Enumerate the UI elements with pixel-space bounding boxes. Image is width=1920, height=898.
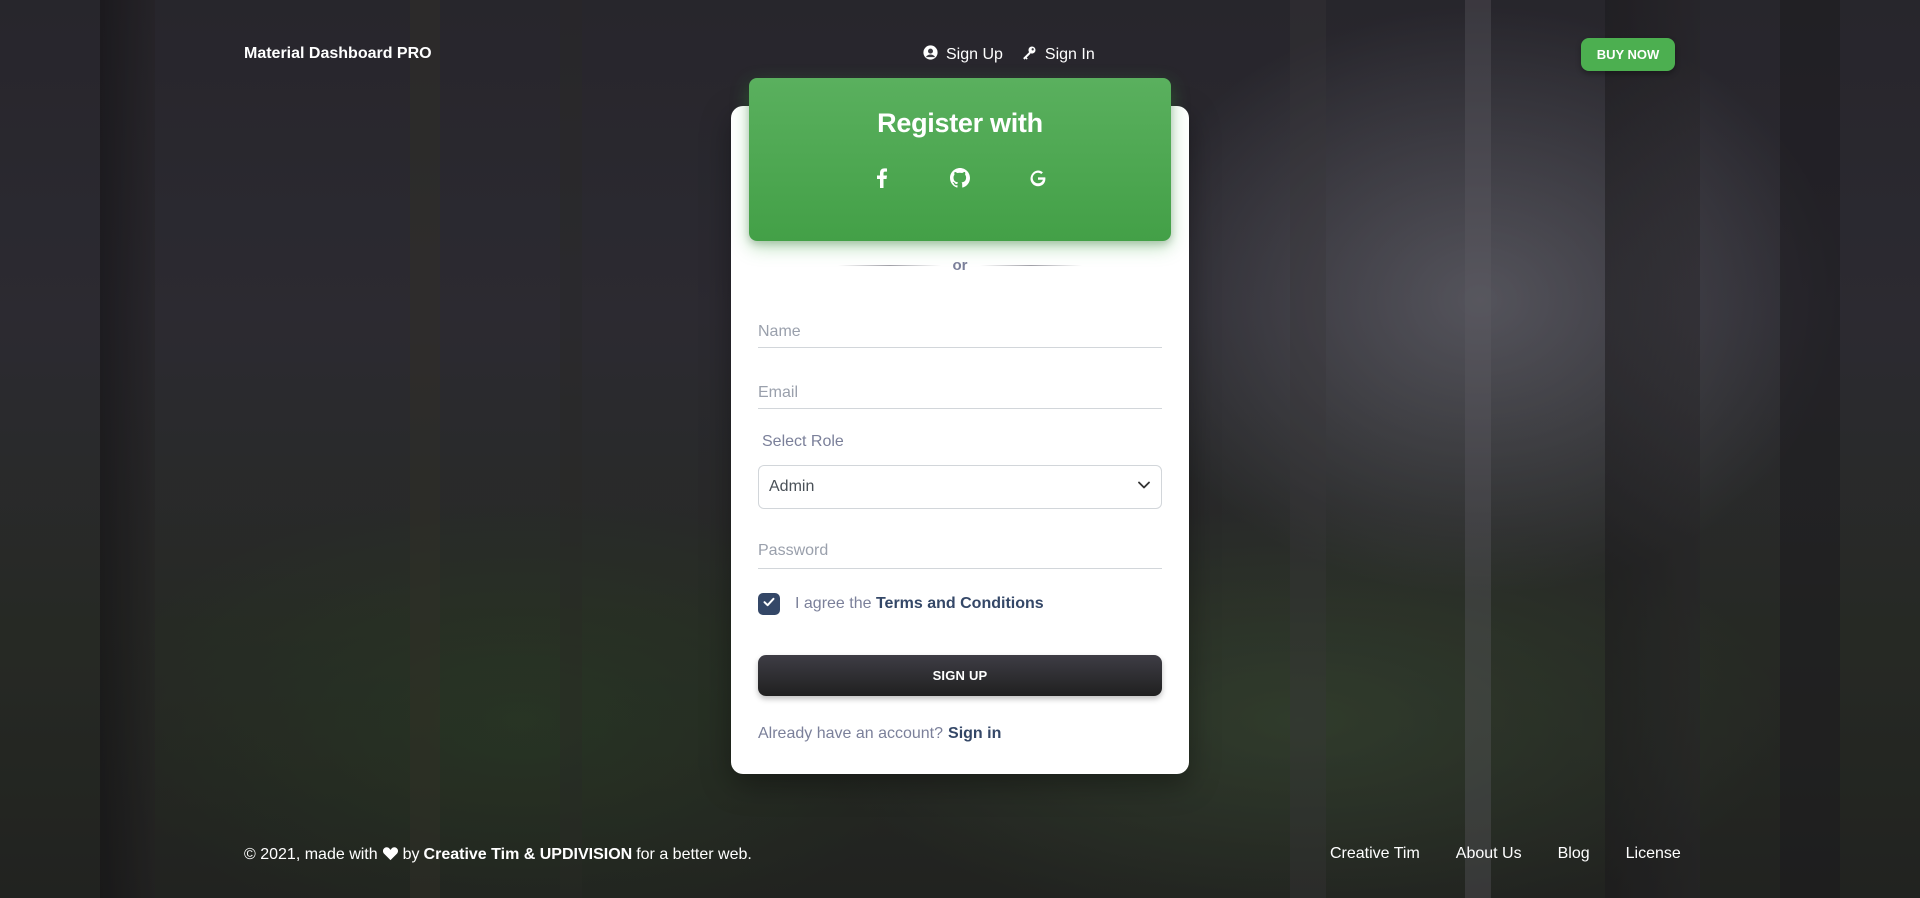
facebook-icon[interactable]: [869, 165, 895, 191]
role-select[interactable]: Admin: [758, 465, 1162, 509]
github-icon[interactable]: [947, 165, 973, 191]
heart-icon: [382, 846, 399, 864]
social-buttons: [749, 165, 1171, 191]
by-text: by: [402, 846, 420, 863]
nav-sign-up[interactable]: Sign Up: [922, 44, 1003, 66]
agree-text: I agree the: [795, 595, 872, 612]
footer-link-about-us[interactable]: About Us: [1456, 845, 1522, 863]
email-input[interactable]: [758, 377, 1162, 409]
footer-copyright: © 2021, made with by Creative Tim & UPDI…: [244, 846, 752, 864]
footer-link-license[interactable]: License: [1626, 845, 1681, 863]
footer-links: Creative Tim About Us Blog License: [1330, 845, 1681, 863]
name-input[interactable]: [758, 316, 1162, 348]
terms-link[interactable]: Terms and Conditions: [876, 595, 1044, 612]
register-title: Register with: [877, 108, 1043, 138]
footer-link-blog[interactable]: Blog: [1558, 845, 1590, 863]
or-label: or: [952, 256, 968, 274]
brand-title[interactable]: Material Dashboard PRO: [244, 45, 432, 63]
sign-in-link[interactable]: Sign in: [948, 725, 1001, 743]
nav-sign-up-label: Sign Up: [946, 46, 1003, 63]
nav-sign-in[interactable]: Sign In: [1021, 44, 1095, 66]
key-icon: [1021, 44, 1038, 66]
sign-up-button[interactable]: SIGN UP: [758, 655, 1162, 696]
top-nav: Sign Up Sign In: [922, 44, 1095, 66]
nav-sign-in-label: Sign In: [1044, 46, 1095, 63]
footer-suffix: for a better web.: [636, 846, 752, 863]
buy-now-button[interactable]: BUY NOW: [1581, 38, 1675, 71]
check-icon: [762, 595, 776, 614]
google-icon[interactable]: [1025, 165, 1051, 191]
footer-authors[interactable]: Creative Tim & UPDIVISION: [424, 846, 633, 864]
footer-link-creative-tim[interactable]: Creative Tim: [1330, 845, 1420, 863]
account-row: Already have an account? Sign in: [758, 725, 1001, 743]
register-card-header: Register with: [749, 78, 1171, 241]
terms-row: I agree the Terms and Conditions: [758, 593, 1044, 615]
account-circle-icon: [922, 44, 939, 66]
or-divider: or: [838, 256, 1082, 274]
account-text: Already have an account?: [758, 725, 944, 742]
chevron-down-icon: [1137, 478, 1151, 497]
select-role-label: Select Role: [762, 433, 844, 450]
password-input[interactable]: [758, 533, 1162, 569]
role-select-value: Admin: [769, 478, 815, 495]
terms-checkbox[interactable]: [758, 593, 780, 615]
copyright-prefix: © 2021, made with: [244, 846, 378, 863]
